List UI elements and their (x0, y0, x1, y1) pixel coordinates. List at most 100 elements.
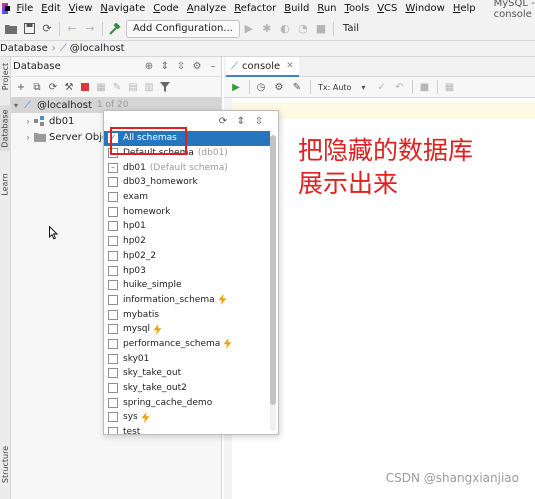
sync-icon[interactable]: ⟳ (38, 20, 56, 38)
schema-checkbox[interactable] (108, 250, 118, 261)
expand-all-icon[interactable]: ⇕ (232, 113, 250, 129)
menu-file[interactable]: File (13, 0, 38, 17)
schema-list-item[interactable]: homework (104, 204, 270, 219)
menu-run[interactable]: Run (313, 0, 340, 17)
chevron-right-icon[interactable]: › (23, 117, 33, 126)
stop-icon[interactable]: ■ (312, 20, 330, 38)
menu-build[interactable]: Build (280, 0, 313, 17)
menu-analyze[interactable]: Analyze (183, 0, 230, 17)
schema-checkbox[interactable] (108, 368, 118, 379)
commit-icon[interactable]: ✓ (373, 79, 389, 95)
schema-list-item[interactable]: Default schema (db01) (104, 146, 270, 161)
tab-database[interactable]: Database (0, 105, 11, 151)
breadcrumb-database[interactable]: Database (0, 43, 48, 54)
debug-icon[interactable]: ✱ (258, 20, 276, 38)
tab-project[interactable]: Project (0, 59, 11, 93)
schema-list-item[interactable]: spring_cache_demo (104, 395, 270, 410)
menu-view[interactable]: View (65, 0, 97, 17)
menu-refactor[interactable]: Refactor (230, 0, 280, 17)
expand-all-icon[interactable]: ⇕ (157, 59, 173, 75)
add-configuration-button[interactable]: Add Configuration... (126, 19, 240, 38)
schema-checkbox[interactable] (108, 265, 118, 276)
schema-checkbox[interactable] (108, 412, 118, 423)
breadcrumb-host[interactable]: @localhost (70, 43, 125, 54)
refresh-icon[interactable]: ⟳ (214, 113, 232, 129)
schema-list-item[interactable]: mybatis (104, 307, 270, 322)
schema-checkbox[interactable] (108, 221, 118, 232)
menu-navigate[interactable]: Navigate (96, 0, 149, 17)
schema-list-item[interactable]: test (104, 425, 270, 434)
profile-icon[interactable]: ◔ (294, 20, 312, 38)
execute-icon[interactable]: ▶ (228, 79, 244, 95)
schema-list-item[interactable]: hp02_2 (104, 249, 270, 264)
tail-button[interactable]: Tail (343, 23, 359, 34)
back-icon[interactable]: ← (63, 20, 81, 38)
schema-checkbox[interactable] (108, 397, 118, 408)
refresh-icon[interactable]: ⟳ (45, 79, 61, 95)
rollback-icon[interactable]: ↶ (391, 79, 407, 95)
tab-structure[interactable]: Structure (0, 441, 11, 487)
collapse-all-icon[interactable]: ⇳ (173, 59, 189, 75)
stop-icon[interactable] (77, 79, 93, 95)
forward-icon[interactable]: → (81, 20, 99, 38)
schema-list-item[interactable]: exam (104, 190, 270, 205)
add-icon[interactable]: + (13, 79, 29, 95)
copy-icon[interactable]: ⧉ (29, 79, 45, 95)
schema-checkbox[interactable] (108, 427, 118, 434)
wrench-icon[interactable]: ✎ (289, 79, 305, 95)
schema-checkbox[interactable] (108, 280, 118, 291)
build-hammer-icon[interactable] (106, 20, 124, 38)
schema-checkbox[interactable] (108, 192, 118, 203)
schema-list-item[interactable]: db03_homework (104, 175, 270, 190)
schema-checkbox[interactable] (108, 294, 118, 305)
schema-checkbox[interactable] (108, 148, 118, 159)
globe-icon[interactable]: ⊕ (141, 59, 157, 75)
schema-checkbox[interactable] (108, 353, 118, 364)
schema-checkbox[interactable]: – (108, 162, 118, 173)
schema-list-item[interactable]: huike_simple (104, 278, 270, 293)
minimize-icon[interactable]: – (205, 59, 221, 75)
menu-vcs[interactable]: VCS (373, 0, 401, 17)
schema-checkbox[interactable] (108, 309, 118, 320)
history-icon[interactable]: ◷ (253, 79, 269, 95)
menu-window[interactable]: Window (401, 0, 448, 17)
schema-checkbox[interactable] (108, 206, 118, 217)
popup-scrollbar-thumb[interactable] (270, 135, 276, 405)
table-icon[interactable]: ▦ (93, 79, 109, 95)
schema-list-item[interactable]: information_schema (104, 293, 270, 308)
menu-edit[interactable]: Edit (37, 0, 64, 17)
schema-list-item[interactable]: sky_take_out2 (104, 381, 270, 396)
schema-checkbox[interactable] (108, 177, 118, 188)
gear-icon[interactable]: ⚙ (189, 59, 205, 75)
schema-checkbox[interactable] (108, 236, 118, 247)
filter-icon[interactable] (157, 79, 173, 95)
edit-icon[interactable]: ✎ (109, 79, 125, 95)
collapse-all-icon[interactable]: ⇳ (250, 113, 268, 129)
schema-list-item[interactable]: hp01 (104, 219, 270, 234)
schema-list-item[interactable]: ✓ All schemas (104, 131, 270, 146)
menu-code[interactable]: Code (149, 0, 183, 17)
query-icon[interactable]: ▥ (141, 79, 157, 95)
transaction-mode-dropdown[interactable]: Tx: Auto (318, 83, 351, 92)
schema-list-item[interactable]: sky01 (104, 351, 270, 366)
schema-list-item[interactable]: mysql (104, 322, 270, 337)
schema-checkbox[interactable] (108, 324, 118, 335)
schema-checkbox[interactable]: ✓ (108, 133, 118, 144)
schema-checkbox[interactable] (108, 383, 118, 394)
popup-scrollbar[interactable] (270, 135, 276, 431)
open-folder-icon[interactable] (2, 20, 20, 38)
coverage-icon[interactable]: ◐ (276, 20, 294, 38)
menu-tools[interactable]: Tools (341, 0, 374, 17)
chevron-down-icon[interactable]: ▾ (11, 101, 21, 110)
schema-list-item[interactable]: sky_take_out (104, 366, 270, 381)
schema-checkbox[interactable] (108, 338, 118, 349)
schema-list-item[interactable]: performance_schema (104, 337, 270, 352)
schema-list-item[interactable]: – db01 (Default schema) (104, 160, 270, 175)
tab-learn[interactable]: Learn (0, 169, 11, 199)
run-icon[interactable]: ▶ (240, 20, 258, 38)
stop-icon[interactable]: ■ (416, 79, 432, 95)
console-icon[interactable]: ▤ (125, 79, 141, 95)
schema-list-item[interactable]: sys (104, 410, 270, 425)
tab-console[interactable]: ⟋ console ✕ (226, 57, 299, 77)
menu-help[interactable]: Help (449, 0, 480, 17)
